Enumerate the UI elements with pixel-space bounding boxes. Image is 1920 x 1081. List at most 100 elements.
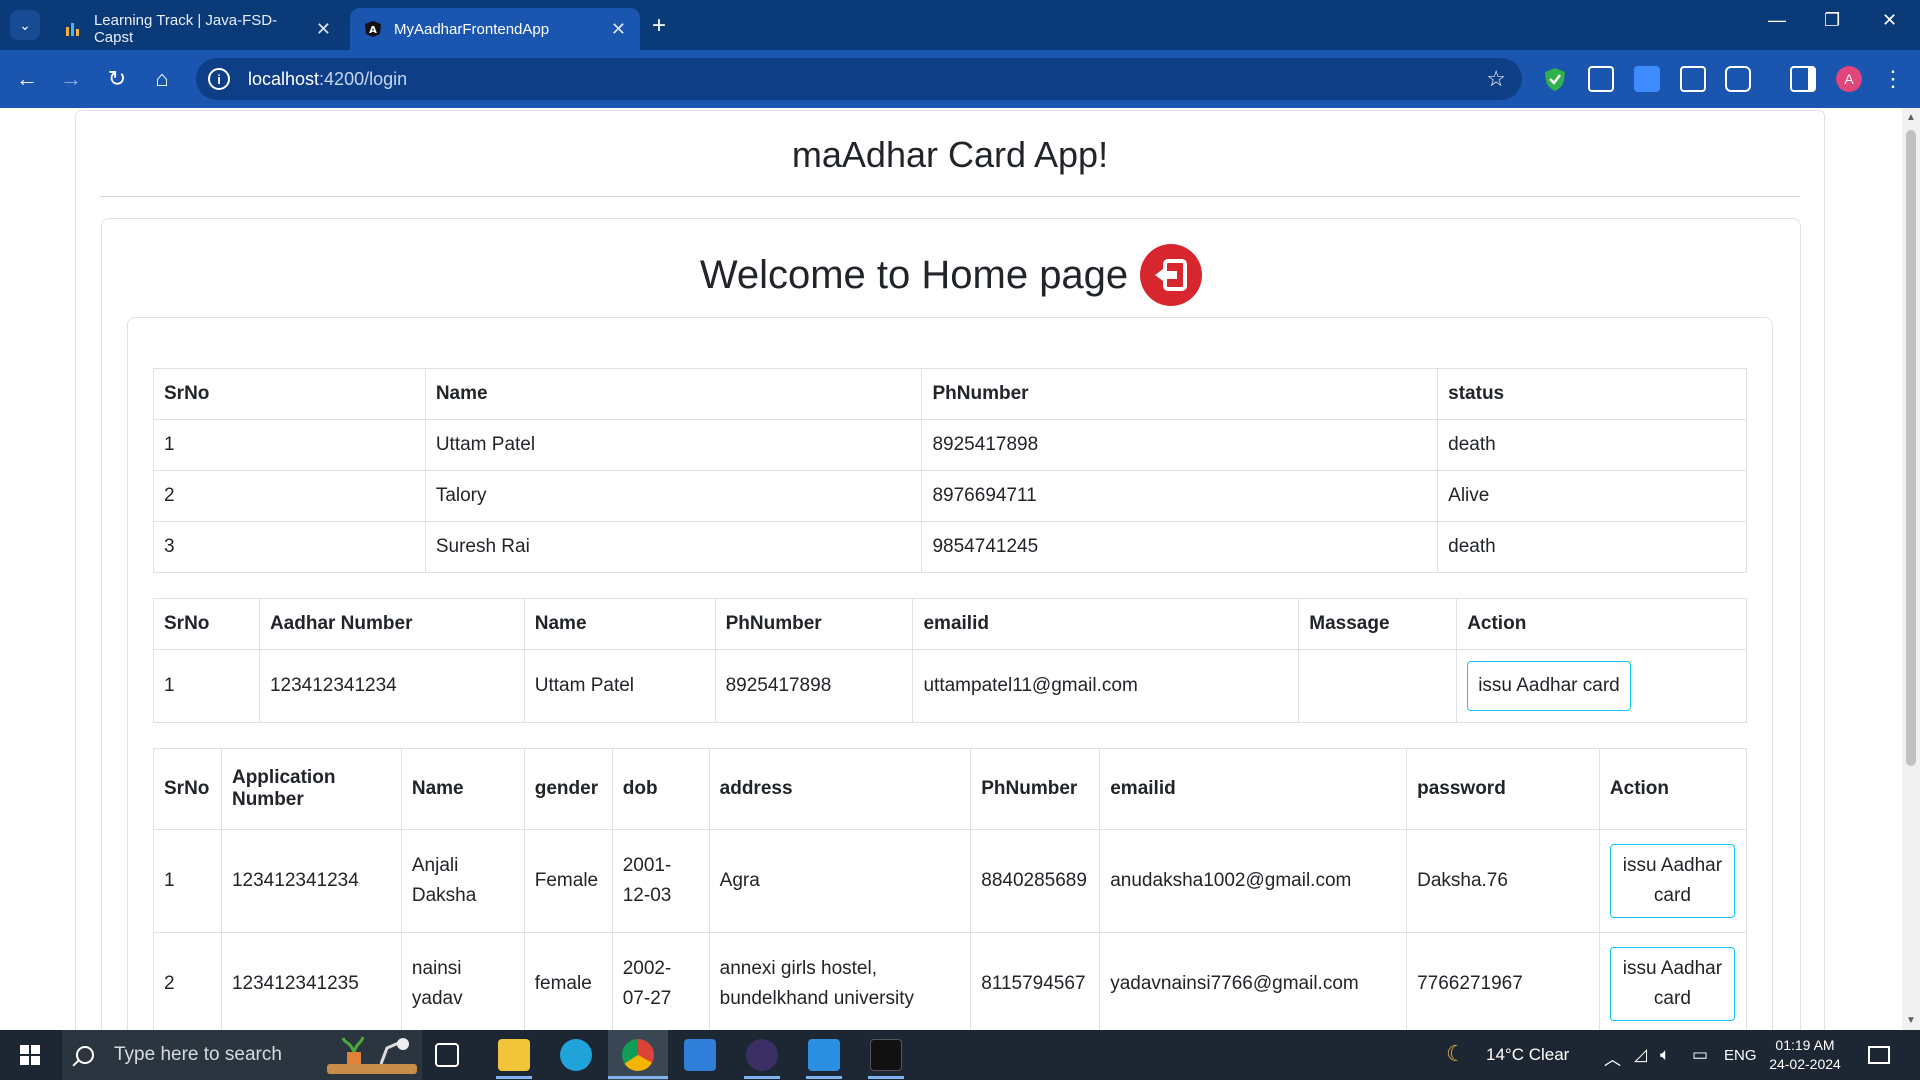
column-header: Massage — [1298, 598, 1458, 650]
side-panel-icon[interactable] — [1790, 66, 1816, 92]
volume-icon[interactable]: 🔈︎ — [1660, 1045, 1670, 1065]
site-info-icon[interactable]: i — [208, 68, 230, 90]
new-tab-plus-icon[interactable]: + — [652, 12, 666, 40]
angular-favicon-icon: A — [364, 20, 382, 38]
url-text[interactable]: localhost:4200/login — [248, 69, 407, 90]
chrome-browser-icon[interactable] — [622, 1039, 654, 1071]
mysql-running-indicator — [868, 1076, 904, 1079]
table-header-row: SrNo Name PhNumber status — [153, 368, 1747, 420]
table-cell: 123412341235 — [220, 932, 402, 1030]
network-icon[interactable]: ◿ — [1634, 1045, 1647, 1065]
resize-extension-icon[interactable] — [1634, 66, 1660, 92]
column-header: PhNumber — [714, 598, 914, 650]
reload-icon[interactable]: ↻ — [102, 64, 132, 94]
scrollbar-thumb[interactable] — [1906, 130, 1916, 766]
table-cell: 8840285689 — [970, 829, 1101, 933]
table-cell: 8115794567 — [970, 932, 1101, 1030]
status-table: SrNo Name PhNumber status 1 Uttam Patel … — [153, 368, 1747, 573]
eclipse-ide-icon[interactable] — [746, 1039, 778, 1071]
window-extension-icon[interactable] — [1680, 66, 1706, 92]
windows-start-icon[interactable] — [20, 1045, 40, 1065]
column-header: SrNo — [153, 598, 260, 650]
table-row: 1 Uttam Patel 8925417898 death — [153, 419, 1747, 471]
table-cell: death — [1437, 419, 1747, 471]
home-icon[interactable]: ⌂ — [147, 64, 177, 94]
bar-chart-favicon-icon — [64, 20, 82, 38]
scroll-down-icon[interactable]: ▼ — [1906, 1015, 1916, 1026]
screen-extension-icon[interactable] — [1588, 66, 1614, 92]
issue-aadhar-button[interactable]: issu Aadhar card — [1609, 947, 1735, 1021]
column-header: Application Number — [220, 748, 402, 830]
address-bar[interactable]: i localhost:4200/login ☆ — [196, 58, 1522, 100]
table-cell: 123412341234 — [258, 649, 525, 723]
task-view-icon[interactable] — [435, 1043, 459, 1067]
shield-extension-icon[interactable] — [1542, 66, 1568, 92]
file-explorer-icon[interactable] — [498, 1039, 530, 1071]
desk-lamp-widget-icon[interactable] — [325, 1036, 419, 1076]
table-row: 1 123412341234 Uttam Patel 8925417898 ut… — [153, 649, 1747, 723]
tab-title: Learning Track | Java-FSD-Capst — [93, 12, 278, 46]
column-header: Name — [523, 598, 716, 650]
logout-door-icon — [1155, 259, 1188, 291]
table-cell: 1 — [153, 829, 222, 933]
minimize-window-icon[interactable]: — — [1768, 10, 1786, 31]
bookmark-star-icon[interactable]: ☆ — [1486, 66, 1506, 92]
close-tab-icon[interactable]: ✕ — [316, 19, 331, 40]
close-window-icon[interactable]: ✕ — [1882, 10, 1897, 31]
back-arrow-icon[interactable]: ← — [12, 64, 42, 94]
battery-icon[interactable]: ▭ — [1692, 1045, 1708, 1065]
restore-window-icon[interactable]: ❐ — [1824, 10, 1840, 31]
table-cell: 9854741245 — [921, 521, 1439, 573]
action-cell: issu Aadhar card — [1598, 829, 1748, 933]
profile-avatar[interactable]: A — [1836, 66, 1862, 92]
close-tab-icon[interactable]: ✕ — [611, 19, 626, 40]
column-header: Name — [400, 748, 525, 830]
table-cell: Anjali Daksha — [400, 829, 525, 933]
app-title: maAdhar Card App! — [791, 134, 1109, 175]
more-menu-icon[interactable]: ⋮ — [1878, 64, 1908, 94]
table-row: 2 123412341235 nainsi yadav female 2002-… — [153, 932, 1748, 1030]
applications-table: SrNo Application Number Name gender dob … — [153, 748, 1748, 1030]
clock-date: 24-02-2024 — [1769, 1056, 1841, 1072]
issue-aadhar-button[interactable]: issu Aadhar card — [1609, 844, 1735, 918]
explorer-running-indicator — [496, 1076, 532, 1079]
table-row: 1 123412341234 Anjali Daksha Female 2001… — [153, 829, 1748, 933]
mail-icon[interactable] — [684, 1039, 716, 1071]
table-cell: 2 — [153, 932, 222, 1030]
table-cell: Agra — [708, 829, 972, 933]
extensions-puzzle-icon[interactable] — [1725, 66, 1751, 92]
browser-tab-learning-track[interactable]: Learning Track | Java-FSD-Capst ✕ — [50, 8, 345, 50]
table-cell: Female — [523, 829, 613, 933]
column-header: Name — [424, 368, 923, 420]
mysql-shell-icon[interactable] — [870, 1039, 902, 1071]
vscode-running-indicator — [806, 1076, 842, 1079]
language-indicator[interactable]: ENG — [1724, 1047, 1757, 1064]
edge-browser-icon[interactable] — [560, 1039, 592, 1071]
column-header: emailid — [1099, 748, 1408, 830]
tab-title: MyAadharFrontendApp — [394, 20, 550, 38]
notifications-icon[interactable] — [1868, 1046, 1890, 1064]
page-scrollbar[interactable]: ▲ ▼ — [1902, 108, 1920, 1030]
column-header: Action — [1456, 598, 1747, 650]
system-clock[interactable]: 01:19 AM 24-02-2024 — [1760, 1036, 1850, 1074]
column-header: Action — [1598, 748, 1748, 830]
eclipse-running-indicator — [744, 1076, 780, 1079]
browser-tab-aadhar-app[interactable]: A MyAadharFrontendApp ✕ — [350, 8, 640, 50]
vs-code-icon[interactable] — [808, 1039, 840, 1071]
issue-aadhar-button[interactable]: issu Aadhar card — [1467, 661, 1631, 711]
weather-text[interactable]: 14°C Clear — [1486, 1045, 1569, 1065]
tab-search-chevron-icon[interactable]: ⌄ — [10, 10, 40, 40]
column-header: SrNo — [153, 368, 426, 420]
table-cell: 2001-12-03 — [611, 829, 710, 933]
forward-arrow-icon[interactable]: → — [56, 64, 86, 94]
page-viewport: ▲ ▼ maAdhar Card App! Welcome to Home pa… — [0, 108, 1920, 1030]
table-cell: Daksha.76 — [1406, 829, 1600, 933]
table-cell: Suresh Rai — [424, 521, 923, 573]
scroll-up-icon[interactable]: ▲ — [1906, 112, 1916, 123]
logout-button[interactable] — [1140, 244, 1203, 306]
show-hidden-icons-chevron-icon[interactable]: ︿ — [1604, 1045, 1621, 1070]
table-row: 2 Talory 8976694711 Alive — [153, 470, 1747, 522]
column-header: PhNumber — [970, 748, 1101, 830]
divider — [100, 196, 1800, 197]
table-cell: 8925417898 — [714, 649, 914, 723]
